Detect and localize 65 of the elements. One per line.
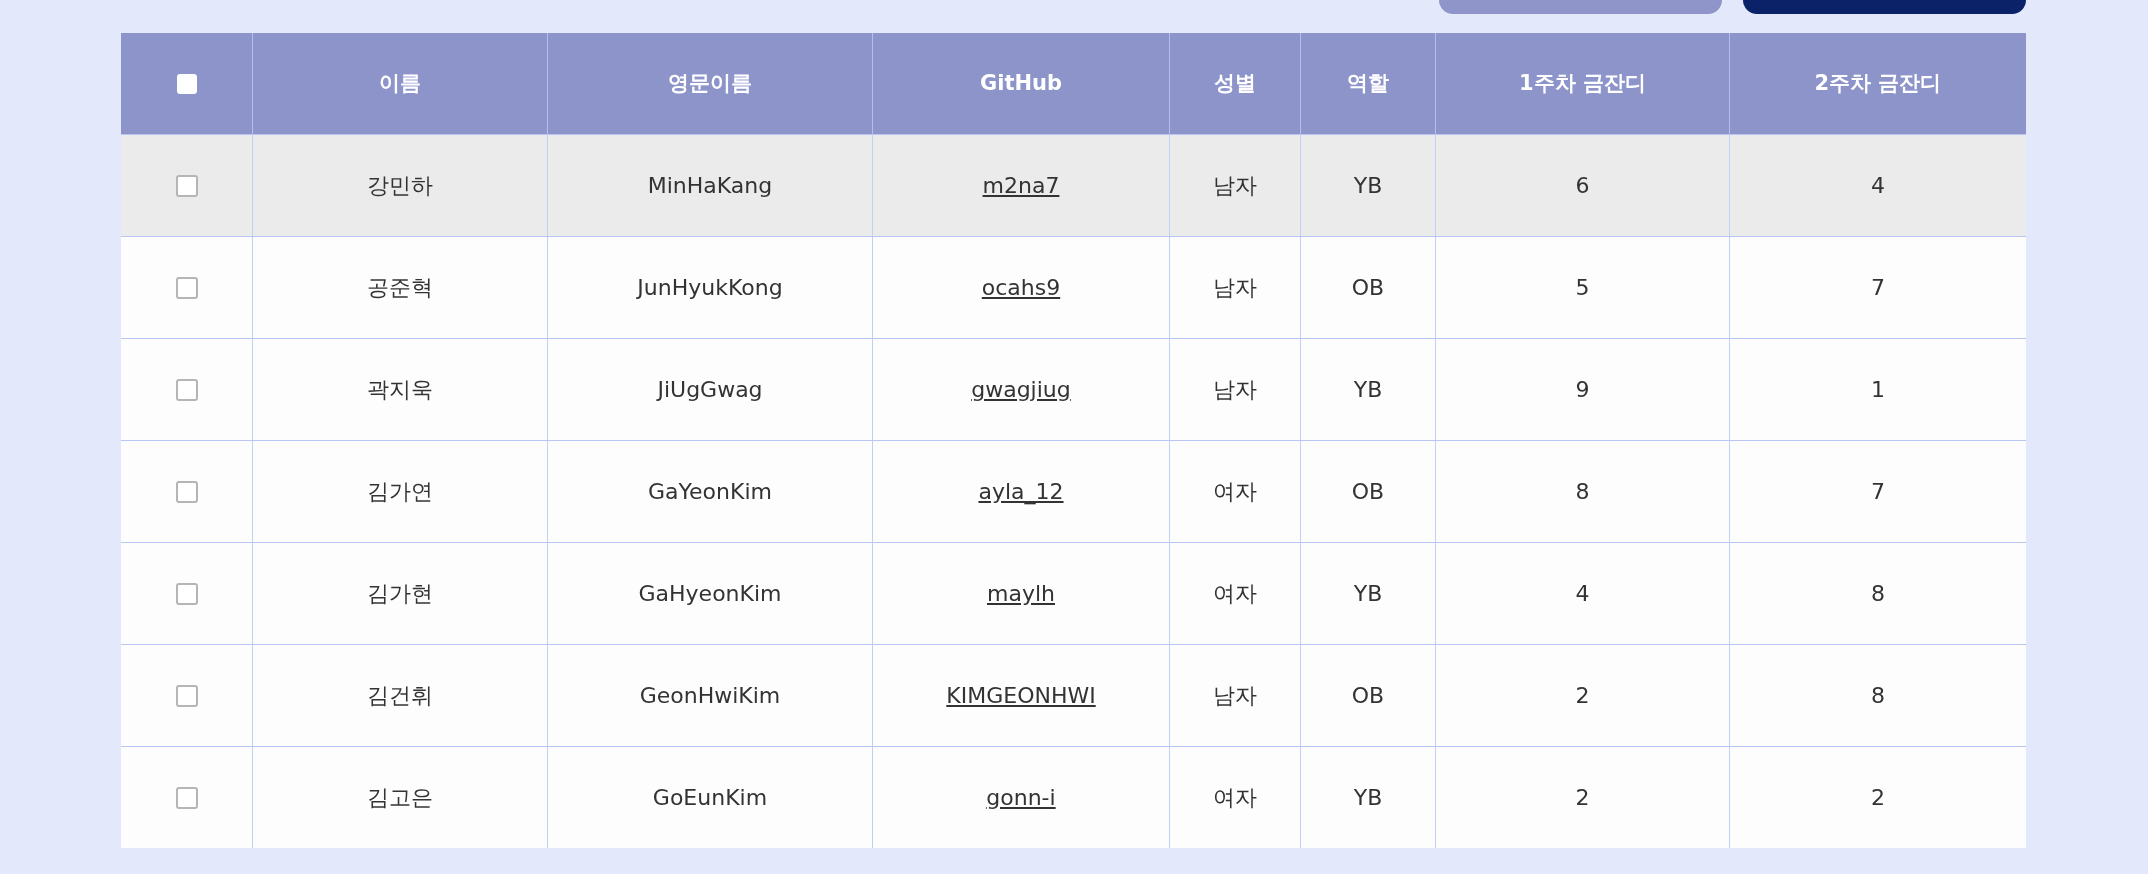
column-header: 영문이름 [668,69,752,97]
table-cell-text: 김가연 [367,478,433,506]
table-cell-text: GaHyeonKim [638,580,782,608]
table-cell-text: 1 [1871,376,1885,404]
table-cell-text: 곽지욱 [367,376,433,404]
table-cell-text: 9 [1575,376,1590,404]
table-cell-text: YB [1353,376,1383,404]
table-cell-text: 남자 [1213,274,1257,302]
table-cell-text: 7 [1871,274,1885,302]
checkbox[interactable] [175,174,198,197]
table-cell-text: 공준혁 [367,274,433,302]
table-cell-text: 8 [1871,580,1885,608]
table-cell-text: 남자 [1213,172,1257,200]
table-cell-text: MinHaKang [647,172,773,200]
table-cell-text: 5 [1575,274,1590,302]
table-cell-text: YB [1353,784,1383,812]
checkbox[interactable] [175,786,198,809]
checkbox[interactable] [175,276,198,299]
table-cell-text: 2 [1871,784,1885,812]
table-cell-text: YB [1353,580,1383,608]
table-cell-text: 2 [1575,784,1590,812]
table-cell-text: 김건휘 [367,682,433,710]
table-cell-text: OB [1351,478,1385,506]
table-cell-text: 6 [1575,172,1590,200]
checkbox[interactable] [176,73,197,94]
checkbox[interactable] [175,480,198,503]
github-link[interactable]: ayla_12 [978,475,1064,508]
table-cell-text: OB [1351,274,1385,302]
column-header: 역할 [1347,69,1389,97]
table-cell-text: GeonHwiKim [639,682,781,710]
table-cell-text: 여자 [1213,580,1257,608]
table-cell-text: GoEunKim [652,784,768,812]
table-cell-text: 남자 [1213,682,1257,710]
table-cell-text: JiUgGwag [657,376,763,404]
column-header: 1주차 금잔디 [1519,69,1646,97]
table-cell-text: 여자 [1213,784,1257,812]
table-cell-text: OB [1351,682,1385,710]
checkbox[interactable] [175,582,198,605]
table-cell-text: 여자 [1213,478,1257,506]
table-cell-text: 강민하 [367,172,433,200]
table-cell-text: 김가현 [367,580,433,608]
table-cell-text: 4 [1871,172,1885,200]
table-cell-text: 8 [1575,478,1590,506]
table-cell-text: 4 [1575,580,1590,608]
table-cell-text: 2 [1575,682,1590,710]
github-link[interactable]: gwagjiug [971,373,1071,406]
checkbox[interactable] [175,684,198,707]
column-header: 이름 [379,69,421,97]
table-cell-text: 7 [1871,478,1885,506]
github-link[interactable]: KIMGEONHWI [946,679,1096,712]
table-cell-text: 남자 [1213,376,1257,404]
table-cell-text: 김고은 [367,784,433,812]
table-cell-text: YB [1353,172,1383,200]
github-link[interactable]: m2na7 [982,169,1060,202]
checkbox[interactable] [175,378,198,401]
table-cell-text: GaYeonKim [648,478,772,506]
github-link[interactable]: maylh [987,577,1055,610]
column-header: 성별 [1214,69,1256,97]
table-cell-text: JunHyukKong [637,274,783,302]
button[interactable] [1743,0,2026,14]
github-link[interactable]: ocahs9 [981,271,1061,304]
column-header: 2주차 금잔디 [1814,69,1942,97]
table-cell-text: 8 [1871,682,1885,710]
github-link[interactable]: gonn-i [986,781,1056,814]
column-header: GitHub [980,69,1062,97]
